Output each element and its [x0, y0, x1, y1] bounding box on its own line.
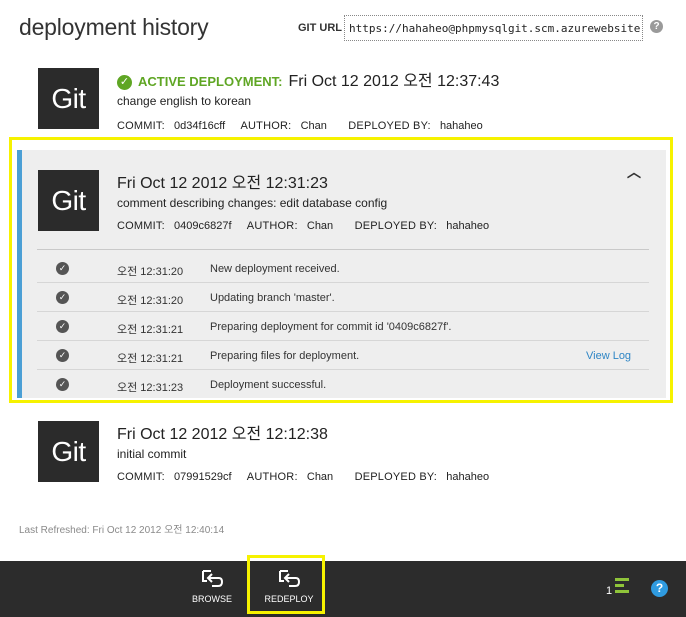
- deployment-meta: COMMIT: 07991529cf AUTHOR: Chan DEPLOYED…: [117, 471, 489, 483]
- log-text: Updating branch 'master'.: [210, 292, 335, 304]
- commit-label: COMMIT:: [117, 220, 165, 232]
- deployed-by-label: DEPLOYED BY:: [348, 120, 431, 132]
- log-time: 오전 12:31:20: [117, 295, 184, 307]
- check-circle-icon: ✓: [56, 349, 69, 362]
- notification-count: 1: [606, 585, 613, 597]
- deployment-message: initial commit: [117, 447, 187, 461]
- log-text: Preparing deployment for commit id '0409…: [210, 321, 452, 333]
- check-circle-icon: ✓: [56, 262, 69, 275]
- commit-id: 07991529cf: [174, 471, 232, 483]
- chevron-up-icon[interactable]: ︿: [627, 162, 641, 182]
- highlight-frame: [247, 555, 325, 614]
- log-time: 오전 12:31:21: [117, 353, 184, 365]
- deployment-date: Fri Oct 12 2012 오전 12:31:23: [117, 175, 328, 192]
- browse-icon: [202, 570, 224, 587]
- commit-label: COMMIT:: [117, 120, 165, 132]
- divider: [37, 249, 649, 250]
- deployed-by-name: hahaheo: [446, 471, 490, 483]
- author-name: Chan: [306, 220, 334, 232]
- commit-id: 0d34f16cff: [174, 120, 226, 132]
- deployed-by-name: hahaheo: [439, 120, 483, 132]
- deployment-date: Fri Oct 12 2012 오전 12:12:38: [117, 426, 328, 443]
- author-label: AUTHOR:: [246, 471, 298, 483]
- log-row: ✓ 오전 12:31:21 Preparing deployment for c…: [37, 312, 649, 341]
- log-time: 오전 12:31:23: [117, 382, 184, 394]
- git-logo: Git: [38, 170, 99, 231]
- log-text: New deployment received.: [210, 263, 340, 275]
- deployed-by-label: DEPLOYED BY:: [354, 220, 438, 232]
- deployment-message: comment describing changes: edit databas…: [117, 196, 388, 210]
- deployment-heading: ✓ ACTIVE DEPLOYMENT: Fri Oct 12 2012 오전 12…: [117, 67, 499, 91]
- log-row: ✓ 오전 12:31:20 New deployment received.: [37, 254, 649, 283]
- browse-button[interactable]: BROWSE: [187, 569, 237, 604]
- commit-id: 0409c6827f: [174, 220, 232, 232]
- check-circle-icon: ✓: [117, 75, 132, 90]
- command-bar: BROWSE REDEPLOY: [0, 561, 686, 617]
- activity-icon[interactable]: [615, 578, 633, 596]
- view-log-link[interactable]: View Log: [586, 350, 631, 362]
- git-url-label: GIT URL: [298, 22, 342, 34]
- git-logo: Git: [38, 421, 99, 482]
- log-row: ✓ 오전 12:31:20 Updating branch 'master'.: [37, 283, 649, 312]
- author-name: Chan: [300, 120, 327, 132]
- commit-label: COMMIT:: [117, 471, 165, 483]
- author-name: Chan: [306, 471, 334, 483]
- deployed-by-label: DEPLOYED BY:: [354, 471, 438, 483]
- git-url-field[interactable]: https://hahaheo@phpmysqlgit.scm.azureweb…: [344, 15, 643, 41]
- log-time: 오전 12:31:21: [117, 324, 184, 336]
- last-refreshed: Last Refreshed: Fri Oct 12 2012 오전 12:40…: [19, 525, 225, 536]
- deployment-meta: COMMIT: 0409c6827f AUTHOR: Chan DEPLOYED…: [117, 220, 489, 232]
- deployment-date: Fri Oct 12 2012 오전 12:37:43: [288, 73, 500, 90]
- active-deployment-label: ACTIVE DEPLOYMENT:: [138, 74, 283, 89]
- log-row: ✓ 오전 12:31:23 Deployment successful.: [37, 370, 649, 399]
- check-circle-icon: ✓: [56, 320, 69, 333]
- deployed-by-name: hahaheo: [446, 220, 490, 232]
- log-row: ✓ 오전 12:31:21 Preparing files for deploy…: [37, 341, 649, 370]
- author-label: AUTHOR:: [240, 120, 292, 132]
- help-icon[interactable]: ?: [650, 20, 663, 33]
- log-time: 오전 12:31:20: [117, 266, 184, 278]
- browse-label: BROWSE: [191, 594, 232, 604]
- page-title: deployment history: [19, 14, 209, 40]
- deployment-message: change english to korean: [117, 94, 252, 108]
- help-icon[interactable]: ?: [651, 580, 668, 597]
- check-circle-icon: ✓: [56, 378, 69, 391]
- check-circle-icon: ✓: [56, 291, 69, 304]
- author-label: AUTHOR:: [246, 220, 298, 232]
- log-text: Preparing files for deployment.: [210, 350, 360, 362]
- log-text: Deployment successful.: [210, 379, 327, 391]
- deployment-meta: COMMIT: 0d34f16cff AUTHOR: Chan DEPLOYED…: [117, 120, 483, 132]
- git-logo: Git: [38, 68, 99, 129]
